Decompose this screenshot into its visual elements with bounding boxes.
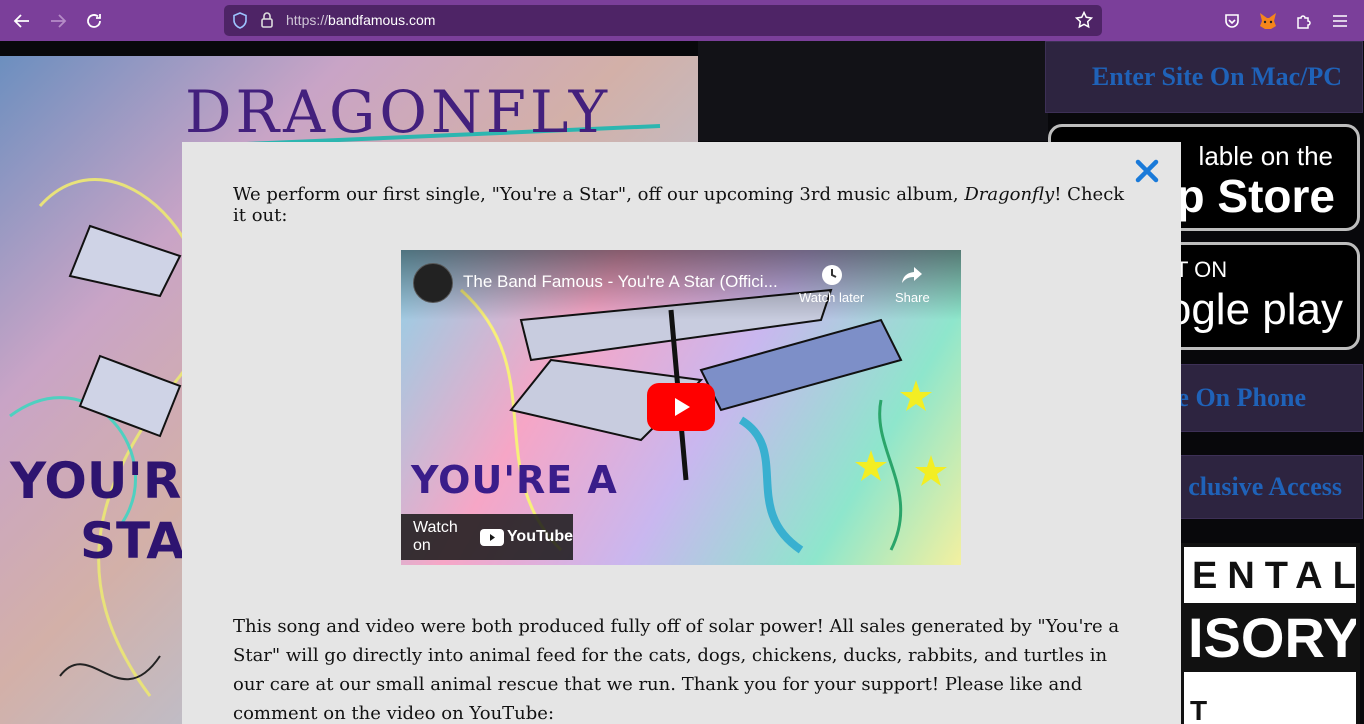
- video-modal: We perform our first single, "You're a S…: [182, 142, 1181, 724]
- watch-on-youtube-button[interactable]: Watch on YouTube: [401, 514, 573, 560]
- close-icon[interactable]: [1134, 158, 1160, 184]
- browser-toolbar: https://bandfamous.com: [0, 0, 1364, 41]
- video-caption-text: YOU'RE A: [411, 458, 618, 502]
- share-arrow-icon: [902, 267, 923, 283]
- enter-site-mac-pc-button[interactable]: Enter Site On Mac/PC: [1045, 41, 1363, 113]
- forward-arrow-icon[interactable]: [46, 9, 70, 33]
- shield-icon[interactable]: [232, 12, 248, 33]
- youtube-play-icon: [479, 528, 504, 546]
- description-text: This song and video were both produced f…: [233, 616, 1120, 724]
- clock-icon: [821, 265, 842, 285]
- youtube-logo: YouTube: [479, 528, 573, 546]
- menu-hamburger-icon[interactable]: [1328, 9, 1352, 33]
- play-button[interactable]: [647, 383, 715, 431]
- share-button[interactable]: Share: [895, 264, 930, 305]
- dark-banner: [698, 41, 1048, 141]
- extensions-puzzle-icon[interactable]: [1292, 9, 1316, 33]
- url-text: https://bandfamous.com: [286, 12, 436, 28]
- pocket-icon[interactable]: [1220, 9, 1244, 33]
- reload-icon[interactable]: [82, 9, 106, 33]
- album-art-text: YOU'R STA: [10, 452, 185, 570]
- bookmark-star-icon[interactable]: [1074, 10, 1094, 33]
- lock-icon[interactable]: [260, 11, 274, 33]
- play-icon: [675, 398, 690, 416]
- watch-later-button[interactable]: Watch later: [799, 264, 864, 305]
- album-name: Dragonfly: [964, 184, 1055, 205]
- back-arrow-icon[interactable]: [10, 9, 34, 33]
- video-title[interactable]: The Band Famous - You're A Star (Offici.…: [463, 272, 778, 292]
- intro-text: We perform our first single, "You're a S…: [233, 184, 1125, 226]
- page-background: DRAGONFLY YOU'R STA Enter Site On Mac/PC…: [0, 41, 1364, 724]
- album-title: DRAGONFLY: [185, 78, 612, 146]
- channel-avatar[interactable]: [413, 263, 453, 303]
- metamask-fox-icon[interactable]: [1256, 9, 1280, 33]
- parental-advisory-label: ENTAL ISORY T CONTENT: [1180, 543, 1360, 724]
- youtube-video-embed[interactable]: YOU'RE A The Band Famous - You're A Star…: [401, 250, 961, 565]
- url-bar[interactable]: https://bandfamous.com: [224, 5, 1102, 36]
